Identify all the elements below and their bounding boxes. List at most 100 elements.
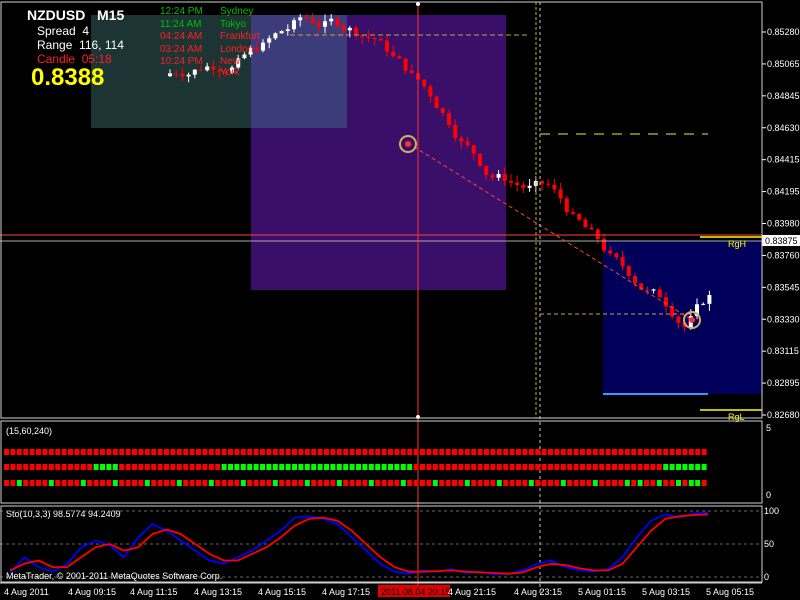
signal-dot bbox=[164, 449, 169, 455]
signal-dot bbox=[311, 449, 317, 455]
signal-dot bbox=[48, 464, 54, 470]
signal-dot bbox=[189, 464, 195, 470]
candle-body bbox=[540, 181, 544, 184]
signal-dot bbox=[279, 480, 285, 486]
candle-body bbox=[292, 20, 296, 30]
signal-dot bbox=[503, 449, 509, 455]
candle-body bbox=[552, 184, 557, 190]
candle-body bbox=[273, 33, 278, 39]
signal-dot bbox=[541, 449, 547, 455]
price-tick-label: 0.83115 bbox=[767, 346, 799, 356]
signal-dot bbox=[87, 480, 93, 486]
candle-body bbox=[608, 250, 613, 254]
signal-dot bbox=[624, 464, 630, 470]
signal-dot bbox=[343, 480, 349, 486]
range-box-overlap bbox=[251, 15, 347, 128]
signal-dot bbox=[29, 449, 35, 455]
price-tick-label: 0.84845 bbox=[767, 91, 800, 101]
signal-dot bbox=[221, 480, 227, 486]
signal-dot bbox=[477, 480, 483, 486]
candle-body bbox=[347, 27, 352, 31]
candle[interactable] bbox=[478, 153, 482, 168]
signal-dot bbox=[644, 464, 649, 470]
signal-dot bbox=[400, 480, 406, 486]
signal-dot bbox=[426, 449, 432, 455]
signal-dot bbox=[413, 480, 419, 486]
signal-dot bbox=[362, 449, 368, 455]
signal-dot bbox=[676, 449, 681, 455]
signal-dot bbox=[29, 480, 35, 486]
signal-dot bbox=[554, 480, 560, 486]
signal-dot bbox=[388, 449, 393, 455]
signal-dot bbox=[36, 480, 41, 486]
candle-body bbox=[180, 73, 185, 77]
signal-dot bbox=[87, 464, 93, 470]
signal-dot bbox=[394, 464, 400, 470]
signal-dot bbox=[68, 449, 73, 455]
signal-dot bbox=[484, 449, 489, 455]
signal-dot bbox=[484, 464, 489, 470]
signal-dot bbox=[100, 449, 105, 455]
signal-dot bbox=[292, 449, 297, 455]
signal-dot bbox=[87, 449, 93, 455]
signal-dot bbox=[676, 464, 681, 470]
signal-dot bbox=[285, 480, 291, 486]
candle-body bbox=[186, 74, 191, 77]
signal-dot bbox=[682, 464, 688, 470]
signal-dot bbox=[400, 449, 406, 455]
signal-dot bbox=[202, 449, 208, 455]
signal-dot bbox=[516, 480, 521, 486]
candle[interactable] bbox=[434, 95, 439, 109]
signal-dot bbox=[176, 464, 182, 470]
chart-window[interactable]: 0.83875RgHRgL 0.852800.850650.848450.846… bbox=[0, 0, 800, 600]
signal-dot bbox=[496, 449, 502, 455]
signal-dot bbox=[144, 480, 150, 486]
price-tag: 0.83875 bbox=[765, 236, 798, 246]
signal-dot bbox=[368, 464, 374, 470]
signal-dot bbox=[16, 449, 22, 455]
signal-dot bbox=[234, 449, 240, 455]
candle-body bbox=[614, 253, 619, 258]
signal-dot bbox=[144, 449, 150, 455]
signal-dot bbox=[304, 464, 310, 470]
signal-dot bbox=[285, 449, 291, 455]
signal-dot bbox=[560, 480, 566, 486]
candle-body bbox=[192, 69, 197, 75]
crosshair-handle-top[interactable] bbox=[416, 2, 420, 6]
signal-dot bbox=[93, 464, 99, 470]
signal-dot bbox=[420, 480, 425, 486]
signal-dot bbox=[605, 464, 611, 470]
candle-body bbox=[657, 289, 662, 298]
signal-dot bbox=[4, 464, 9, 470]
signal-dot bbox=[618, 449, 624, 455]
signal-dot bbox=[247, 449, 253, 455]
candle-body bbox=[267, 38, 272, 43]
candle-body bbox=[391, 51, 396, 57]
signal-dot bbox=[644, 480, 649, 486]
signal-dot bbox=[189, 449, 195, 455]
candle-body bbox=[354, 27, 358, 36]
signal-dot bbox=[631, 449, 637, 455]
signal-dot bbox=[599, 464, 605, 470]
price-tick-label: 0.85280 bbox=[767, 27, 800, 37]
price-tick-label: 0.83980 bbox=[767, 219, 800, 229]
signal-dot bbox=[74, 464, 80, 470]
signal-dot bbox=[164, 464, 169, 470]
signal-dot bbox=[42, 480, 48, 486]
signal-dot bbox=[80, 464, 86, 470]
signal-dot bbox=[16, 480, 22, 486]
signal-dot bbox=[701, 480, 707, 486]
candle-body bbox=[490, 175, 495, 178]
candle-body bbox=[335, 18, 340, 26]
signal-dot bbox=[548, 449, 553, 455]
signal-dot bbox=[509, 449, 515, 455]
signal-dot bbox=[112, 464, 118, 470]
signal-dot bbox=[490, 480, 496, 486]
signal-dot bbox=[618, 464, 624, 470]
candle-body bbox=[168, 73, 172, 77]
signal-dot bbox=[362, 480, 368, 486]
signal-dot bbox=[356, 480, 361, 486]
signal-dot bbox=[311, 464, 317, 470]
stoch-axis-label: 50 bbox=[764, 539, 774, 549]
candle-body bbox=[577, 213, 582, 220]
